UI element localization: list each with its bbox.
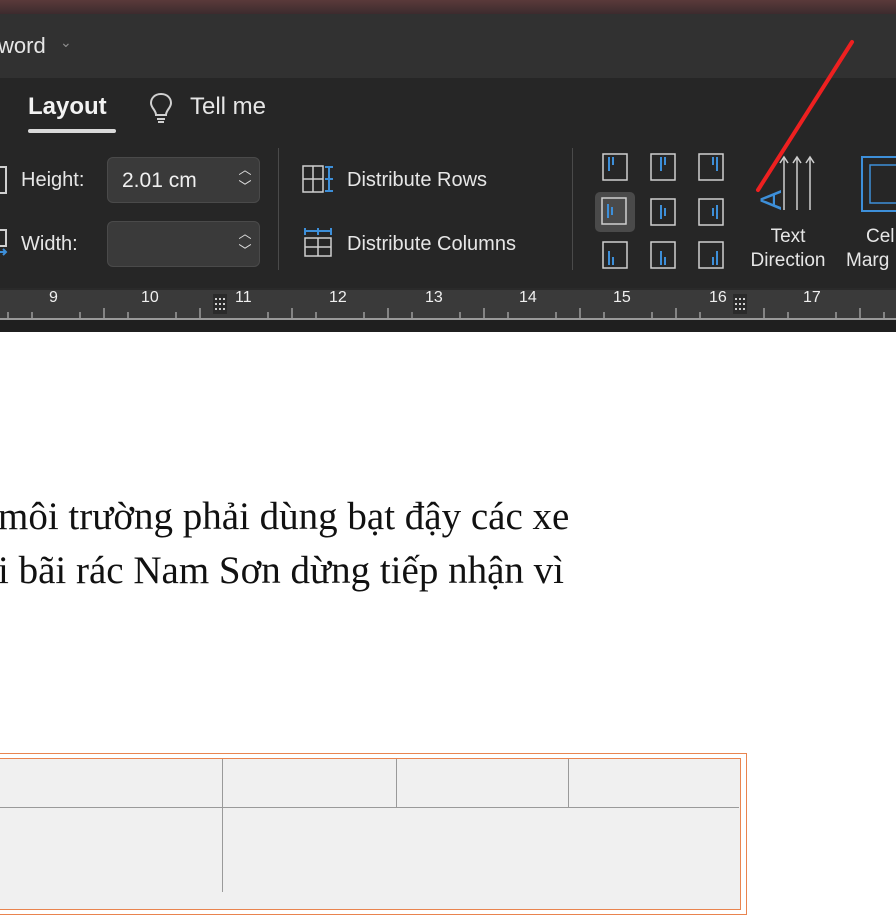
ruler-tick-label: 11 — [235, 289, 252, 306]
svg-text:A: A — [756, 190, 788, 210]
window-title[interactable]: word — [0, 33, 46, 59]
column-marker-handle[interactable] — [733, 294, 747, 314]
ribbon-tab-bar — [0, 78, 896, 140]
column-width-icon — [0, 229, 8, 256]
height-value[interactable]: 2.01 cm — [122, 169, 197, 193]
text-direction-label-line2: Direction — [750, 250, 826, 271]
chevron-down-icon[interactable]: ﹀ — [237, 242, 253, 259]
ruler-tick-label: 12 — [329, 289, 347, 306]
ribbon-separator — [278, 148, 279, 270]
ruler-tick-label: 16 — [709, 289, 727, 306]
align-bottom-left-icon — [602, 241, 628, 269]
align-bottom-center-icon — [650, 241, 676, 269]
align-middle-center-icon — [650, 198, 676, 226]
align-bottom-right-button[interactable] — [694, 238, 728, 272]
row-height-icon — [0, 166, 7, 194]
title-bar — [0, 14, 896, 78]
align-bottom-center-button[interactable] — [646, 238, 680, 272]
ruler-tick-label: 17 — [803, 289, 821, 306]
width-stepper[interactable]: ︿ ﹀ — [107, 221, 260, 267]
text-direction-button[interactable]: Text Direction — [740, 225, 836, 273]
chevron-down-icon[interactable]: ﹀ — [237, 178, 253, 195]
height-label: Height: — [21, 169, 85, 191]
width-stepper-arrows[interactable]: ︿ ﹀ — [237, 225, 253, 259]
width-label: Width: — [21, 233, 78, 255]
cell-margins-label-line2: Marg — [846, 250, 890, 271]
canvas-gap — [0, 320, 896, 332]
chevron-down-icon[interactable]: ⌄ — [60, 34, 72, 51]
height-stepper[interactable]: 2.01 cm ︿ ﹀ — [107, 157, 260, 203]
system-menu-bar — [0, 0, 896, 14]
align-middle-right-button[interactable] — [694, 195, 728, 229]
text-direction-label-line1: Text — [770, 226, 806, 247]
distribute-columns-button[interactable]: Distribute Columns — [347, 233, 516, 256]
align-middle-right-icon — [698, 198, 724, 226]
ruler-tick-label: 10 — [141, 289, 159, 306]
table-column-divider — [222, 759, 223, 892]
align-middle-left-icon — [601, 197, 627, 225]
tab-tell-me[interactable]: Tell me — [190, 93, 266, 121]
table-column-divider — [568, 759, 569, 807]
chevron-up-icon[interactable]: ︿ — [237, 161, 253, 178]
table-row-divider — [0, 807, 739, 808]
cell-margins-label-line1: Cel — [866, 226, 895, 247]
tab-layout[interactable]: Layout — [28, 93, 107, 121]
ruler-tick-label: 9 — [49, 289, 58, 306]
table-column-divider — [396, 759, 397, 807]
chevron-up-icon[interactable]: ︿ — [237, 225, 253, 242]
align-middle-left-button[interactable] — [595, 192, 635, 232]
align-top-center-button[interactable] — [646, 150, 680, 184]
document-table[interactable] — [0, 758, 741, 910]
ruler-ticks — [7, 308, 885, 318]
distribute-columns-icon[interactable] — [302, 228, 334, 258]
cell-margins-button[interactable]: Cel Marg — [846, 225, 896, 273]
ruler-tick-label: 13 — [425, 289, 443, 306]
cell-margins-icon[interactable] — [860, 155, 896, 213]
align-top-left-button[interactable] — [598, 150, 632, 184]
align-top-left-icon — [602, 153, 628, 181]
align-top-center-icon — [650, 153, 676, 181]
align-top-right-button[interactable] — [694, 150, 728, 184]
align-middle-center-button[interactable] — [646, 195, 680, 229]
align-bottom-left-button[interactable] — [598, 238, 632, 272]
distribute-rows-button[interactable]: Distribute Rows — [347, 169, 487, 192]
distribute-rows-icon[interactable] — [302, 164, 334, 194]
align-bottom-right-icon — [698, 241, 724, 269]
active-tab-indicator — [28, 129, 116, 133]
document-text-line[interactable]: i bãi rác Nam Sơn dừng tiếp nhận vì — [0, 548, 564, 593]
document-text-line[interactable]: môi trường phải dùng bạt đậy các xe — [0, 494, 569, 539]
ruler-tick-label: 15 — [613, 289, 631, 306]
text-direction-icon[interactable]: A — [756, 152, 820, 214]
ribbon-separator — [572, 148, 573, 270]
align-top-right-icon — [698, 153, 724, 181]
column-marker-handle[interactable] — [213, 294, 227, 314]
lightbulb-icon[interactable] — [148, 92, 174, 124]
height-stepper-arrows[interactable]: ︿ ﹀ — [237, 161, 253, 195]
ruler-tick-label: 14 — [519, 289, 537, 306]
